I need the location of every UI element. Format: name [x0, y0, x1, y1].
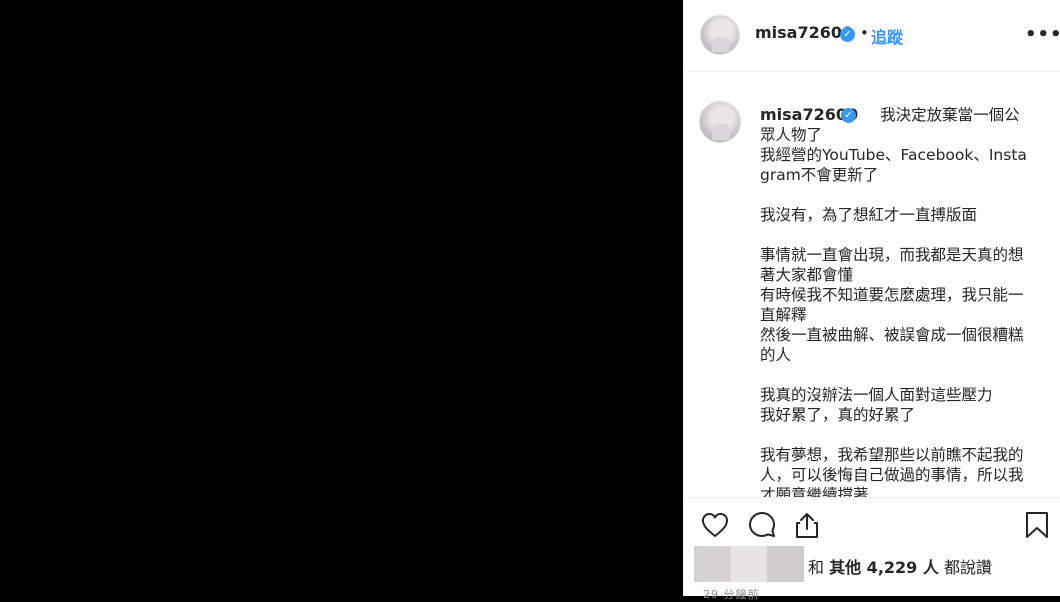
likes-count[interactable]: 其他 4,229 人: [829, 558, 939, 577]
caption-author-avatar[interactable]: [699, 101, 741, 143]
likes-summary[interactable]: 和 其他 4,229 人 都說讚: [694, 546, 1054, 582]
heart-icon[interactable]: [700, 510, 730, 540]
likes-text: 和 其他 4,229 人 都說讚: [808, 558, 992, 577]
caption-section[interactable]: misa72600 我決定放棄當一個公眾人物了 我經營的YouTube、Faceb…: [684, 73, 1060, 498]
caption-verified-badge-icon: ✓: [841, 108, 856, 123]
comment-icon[interactable]: [747, 510, 777, 540]
caption-body: 我決定放棄當一個公眾人物了 我經營的YouTube、Facebook、Insta…: [760, 106, 1027, 498]
bookmark-icon[interactable]: [1022, 510, 1052, 540]
author-username[interactable]: misa72600: [755, 23, 853, 42]
post-side-panel: misa72600 ✓ • 追蹤 ••• misa72600 我決定放棄當一個公眾…: [683, 0, 1060, 601]
follow-button[interactable]: 追蹤: [871, 24, 903, 48]
separator-dot: •: [860, 24, 869, 42]
action-bar: [684, 498, 1060, 546]
blurred-liker-1: [694, 546, 731, 582]
share-icon[interactable]: [792, 510, 822, 540]
blurred-liker-2: [731, 546, 767, 582]
author-avatar[interactable]: [700, 15, 740, 55]
blurred-liker-3: [767, 546, 804, 582]
more-options-icon[interactable]: •••: [1025, 24, 1060, 45]
verified-badge-icon: ✓: [840, 27, 855, 42]
post-media[interactable]: [0, 0, 683, 596]
post-timestamp[interactable]: 29 分鐘前: [703, 586, 760, 602]
post-header: misa72600 ✓ • 追蹤 •••: [684, 0, 1060, 72]
caption-text: misa72600 我決定放棄當一個公眾人物了 我經營的YouTube、Faceb…: [760, 105, 1032, 498]
